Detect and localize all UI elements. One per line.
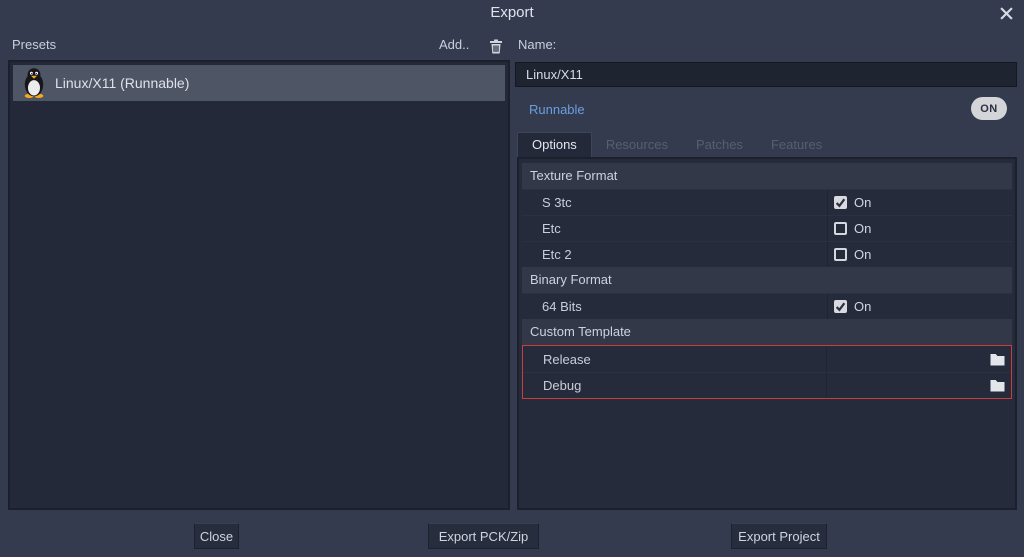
section-custom-template: Custom Template	[522, 319, 1012, 345]
tab-features[interactable]: Features	[757, 133, 836, 157]
runnable-toggle[interactable]: ON	[971, 97, 1007, 120]
preset-item-linux-x11[interactable]: Linux/X11 (Runnable)	[13, 65, 505, 101]
close-icon[interactable]	[997, 4, 1015, 22]
presets-list: Linux/X11 (Runnable)	[8, 60, 510, 510]
option-row-debug: Debug	[523, 372, 1011, 398]
section-binary-format: Binary Format	[522, 267, 1012, 293]
checkbox-label: On	[854, 299, 871, 314]
checkbox-etc[interactable]	[834, 222, 847, 235]
close-button[interactable]: Close	[194, 523, 239, 549]
tab-patches[interactable]: Patches	[682, 133, 757, 157]
checkbox-etc2[interactable]	[834, 248, 847, 261]
linux-tux-icon	[21, 68, 47, 98]
tab-options[interactable]: Options	[517, 132, 592, 157]
tab-resources[interactable]: Resources	[592, 133, 682, 157]
option-row-s3tc: S 3tc On	[522, 189, 1012, 215]
dialog-title: Export	[0, 4, 1024, 21]
custom-template-error-group: Release Debug	[522, 345, 1012, 399]
option-label: S 3tc	[522, 195, 827, 210]
delete-preset-icon[interactable]	[486, 36, 506, 56]
checkbox-label: On	[854, 195, 871, 210]
export-tabs: Options Resources Patches Features	[517, 132, 1017, 157]
option-label: Debug	[523, 378, 826, 393]
option-label: 64 Bits	[522, 299, 827, 314]
runnable-label: Runnable	[529, 102, 585, 117]
option-label: Release	[523, 352, 826, 367]
preset-item-label: Linux/X11 (Runnable)	[55, 75, 189, 91]
export-pck-zip-button[interactable]: Export PCK/Zip	[428, 523, 539, 549]
option-label: Etc	[522, 221, 827, 236]
folder-icon[interactable]	[987, 349, 1007, 369]
checkbox-label: On	[854, 247, 871, 262]
section-texture-format: Texture Format	[522, 163, 1012, 189]
option-row-etc2: Etc 2 On	[522, 241, 1012, 267]
option-row-etc: Etc On	[522, 215, 1012, 241]
folder-icon[interactable]	[987, 376, 1007, 396]
option-label: Etc 2	[522, 247, 827, 262]
options-panel: Texture Format S 3tc On Etc On Etc 2 On …	[517, 157, 1017, 510]
name-label: Name:	[518, 37, 556, 52]
add-preset-button[interactable]: Add..	[439, 37, 469, 52]
option-row-release: Release	[523, 346, 1011, 372]
checkbox-s3tc[interactable]	[834, 196, 847, 209]
name-input[interactable]	[515, 62, 1017, 87]
checkbox-label: On	[854, 221, 871, 236]
export-project-button[interactable]: Export Project	[731, 523, 827, 549]
option-row-64bits: 64 Bits On	[522, 293, 1012, 319]
checkbox-64bits[interactable]	[834, 300, 847, 313]
presets-heading: Presets	[12, 37, 56, 52]
